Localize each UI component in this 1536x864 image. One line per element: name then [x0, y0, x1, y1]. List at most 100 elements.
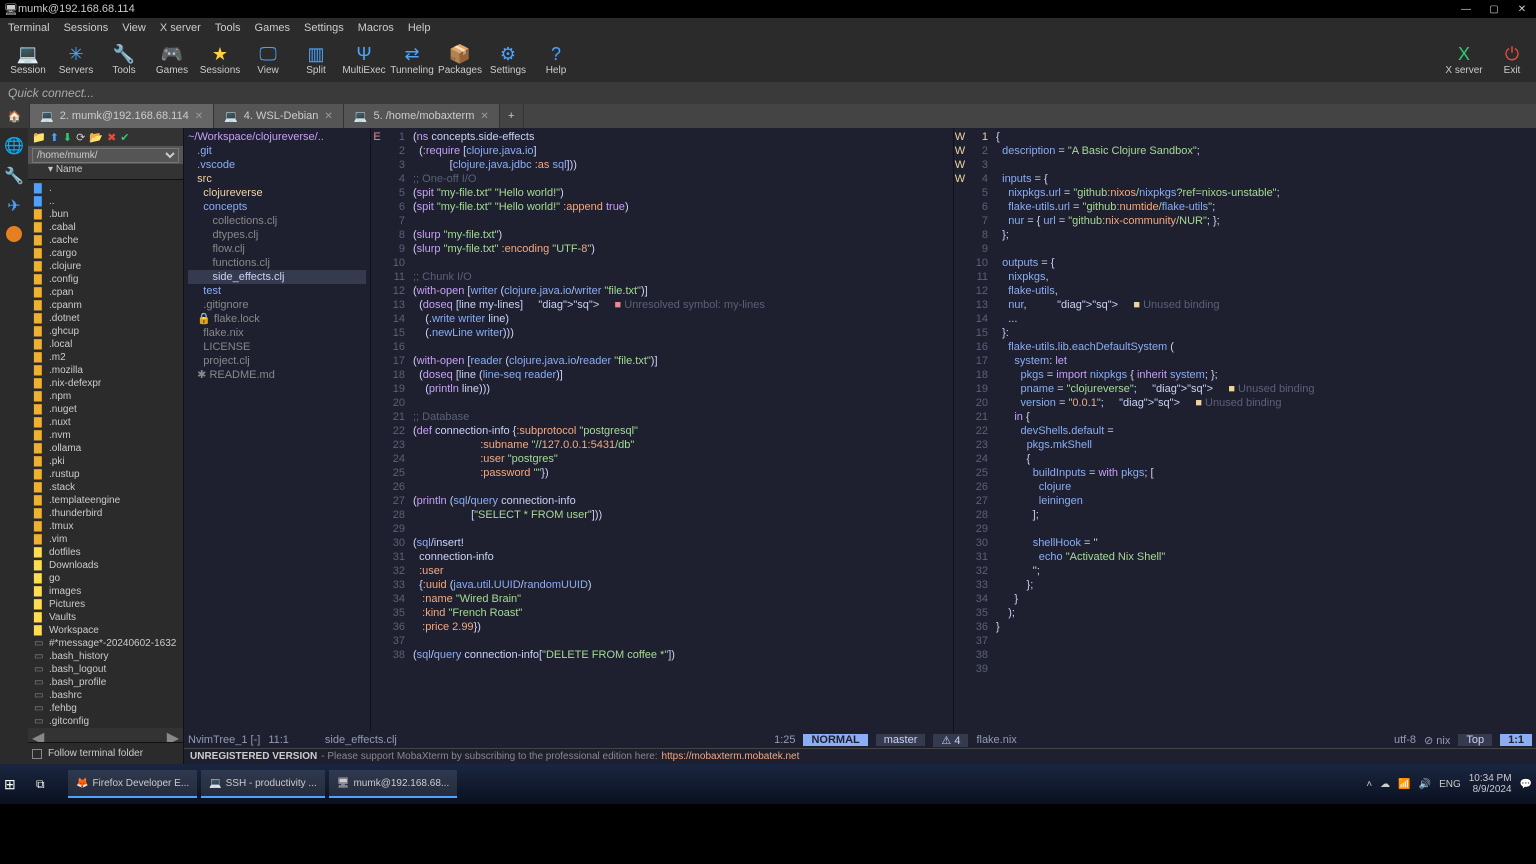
- tool-help[interactable]: ?Help: [532, 44, 580, 76]
- maximize-button[interactable]: ▢: [1480, 4, 1508, 15]
- menu-settings[interactable]: Settings: [304, 22, 344, 34]
- tab-session[interactable]: 💻4. WSL-Debian✕: [214, 104, 344, 128]
- file-item[interactable]: ▭.bashrc: [30, 689, 181, 702]
- folder-item[interactable]: ▇.npm: [30, 390, 181, 403]
- folder-item[interactable]: ▇.cache: [30, 234, 181, 247]
- folder-item[interactable]: ▇.stack: [30, 481, 181, 494]
- tool-packages[interactable]: 📦Packages: [436, 44, 484, 76]
- lang-indicator[interactable]: ENG: [1439, 779, 1461, 790]
- taskview-button[interactable]: ⧉: [36, 777, 68, 792]
- nvimtree-item[interactable]: flake.nix: [188, 326, 366, 340]
- nvimtree-item[interactable]: flow.clj: [188, 242, 366, 256]
- folder-item[interactable]: ▇.cargo: [30, 247, 181, 260]
- menu-terminal[interactable]: Terminal: [8, 22, 50, 34]
- file-item[interactable]: ▭.gitconfig: [30, 715, 181, 728]
- tab-session[interactable]: 💻2. mumk@192.168.68.114✕: [30, 104, 214, 128]
- start-button[interactable]: ⊞: [4, 776, 36, 793]
- nvimtree-item[interactable]: LICENSE: [188, 340, 366, 354]
- tool-tunneling[interactable]: ⇄Tunneling: [388, 44, 436, 76]
- folder-item[interactable]: ▇.vim: [30, 533, 181, 546]
- folder-icon[interactable]: 📁: [32, 131, 46, 144]
- sidebar-path[interactable]: /home/mumk/: [28, 146, 183, 164]
- folder-item[interactable]: ▇..: [30, 195, 181, 208]
- folder-item[interactable]: ▇.templateengine: [30, 494, 181, 507]
- upload-icon[interactable]: ⬆: [50, 131, 59, 144]
- taskbar-app[interactable]: 💻SSH - productivity ...: [201, 770, 325, 798]
- folder-item[interactable]: ▇.rustup: [30, 468, 181, 481]
- folder-item[interactable]: ▇dotfiles: [30, 546, 181, 559]
- cloud-icon[interactable]: ☁: [1380, 779, 1390, 790]
- folder-item[interactable]: ▇go: [30, 572, 181, 585]
- file-item[interactable]: ▭#*message*-20240602-1632: [30, 637, 181, 650]
- folder-item[interactable]: ▇.nuxt: [30, 416, 181, 429]
- folder-item[interactable]: ▇.ollama: [30, 442, 181, 455]
- tool-settings[interactable]: ⚙Settings: [484, 44, 532, 76]
- folder-item[interactable]: ▇images: [30, 585, 181, 598]
- close-button[interactable]: ✕: [1508, 4, 1536, 15]
- systray[interactable]: ˄ ☁ 📶 🔊 ENG 10:34 PM 8/9/2024 💬: [1366, 773, 1532, 795]
- paperplane-icon[interactable]: ✈: [7, 196, 20, 216]
- menu-games[interactable]: Games: [255, 22, 290, 34]
- tool-xserver[interactable]: XX server: [1440, 44, 1488, 76]
- folder-item[interactable]: ▇.ghcup: [30, 325, 181, 338]
- folder-item[interactable]: ▇Vaults: [30, 611, 181, 624]
- folder-item[interactable]: ▇.tmux: [30, 520, 181, 533]
- folder-item[interactable]: ▇.nvm: [30, 429, 181, 442]
- newfolder-icon[interactable]: 📂: [89, 131, 103, 144]
- folder-item[interactable]: ▇Pictures: [30, 598, 181, 611]
- nvimtree-item[interactable]: 🔒 flake.lock: [188, 312, 366, 326]
- props-icon[interactable]: ✔: [120, 131, 129, 144]
- menu-tools[interactable]: Tools: [215, 22, 241, 34]
- folder-item[interactable]: ▇.clojure: [30, 260, 181, 273]
- chevron-up-icon[interactable]: ˄: [1366, 779, 1372, 790]
- tool-tools[interactable]: 🔧Tools: [100, 44, 148, 76]
- tool-view[interactable]: 🖵View: [244, 44, 292, 76]
- folder-item[interactable]: ▇.nix-defexpr: [30, 377, 181, 390]
- nvimtree-item[interactable]: .git: [188, 144, 366, 158]
- close-icon[interactable]: ✕: [195, 111, 203, 122]
- nvimtree-item[interactable]: collections.clj: [188, 214, 366, 228]
- editor-pane-2[interactable]: W W WW 123456789101112131415161718192021…: [954, 128, 1536, 732]
- nvimtree-item[interactable]: .vscode: [188, 158, 366, 172]
- folder-item[interactable]: ▇.bun: [30, 208, 181, 221]
- path-select[interactable]: /home/mumk/: [32, 148, 179, 163]
- nvimtree-item[interactable]: dtypes.clj: [188, 228, 366, 242]
- tool-exit[interactable]: ⏻Exit: [1488, 44, 1536, 76]
- folder-item[interactable]: ▇Workspace: [30, 624, 181, 637]
- clock[interactable]: 10:34 PM 8/9/2024: [1469, 773, 1512, 795]
- folder-item[interactable]: ▇Downloads: [30, 559, 181, 572]
- tool-multiexec[interactable]: ΨMultiExec: [340, 44, 388, 76]
- folder-item[interactable]: ▇.dotnet: [30, 312, 181, 325]
- download-icon[interactable]: ⬇: [63, 131, 72, 144]
- tool-games[interactable]: 🎮Games: [148, 44, 196, 76]
- folder-item[interactable]: ▇.cabal: [30, 221, 181, 234]
- folder-item[interactable]: ▇.local: [30, 338, 181, 351]
- nvimtree-item[interactable]: clojureverse: [188, 186, 366, 200]
- taskbar-app[interactable]: 🦊Firefox Developer E...: [68, 770, 197, 798]
- folder-item[interactable]: ▇.pki: [30, 455, 181, 468]
- scroll-left[interactable]: ◀: [32, 728, 44, 742]
- minimize-button[interactable]: —: [1452, 4, 1480, 15]
- file-item[interactable]: ▭.fehbg: [30, 702, 181, 715]
- nvimtree-item[interactable]: test: [188, 284, 366, 298]
- nvimtree-item[interactable]: src: [188, 172, 366, 186]
- menu-xserver[interactable]: X server: [160, 22, 201, 34]
- globe-icon[interactable]: 🌐: [4, 136, 24, 156]
- menu-view[interactable]: View: [122, 22, 146, 34]
- folder-item[interactable]: ▇.thunderbird: [30, 507, 181, 520]
- file-item[interactable]: ▭.bash_history: [30, 650, 181, 663]
- file-item[interactable]: ▭.bash_logout: [30, 663, 181, 676]
- unreg-link[interactable]: https://mobaxterm.mobatek.net: [662, 751, 800, 762]
- scroll-right[interactable]: ▶: [167, 728, 179, 742]
- volume-icon[interactable]: 🔊: [1419, 779, 1431, 790]
- folder-item[interactable]: ▇.: [30, 182, 181, 195]
- menu-sessions[interactable]: Sessions: [64, 22, 109, 34]
- follow-terminal[interactable]: Follow terminal folder: [28, 742, 183, 764]
- close-icon[interactable]: ✕: [324, 111, 332, 122]
- nvim-tree[interactable]: ~/Workspace/clojureverse/.. .git .vscode…: [184, 128, 370, 732]
- folder-item[interactable]: ▇.nuget: [30, 403, 181, 416]
- taskbar-app[interactable]: 🖥mumk@192.168.68...: [329, 770, 457, 798]
- editor-pane-1[interactable]: E 12345678910111213141516171819202122232…: [371, 128, 953, 732]
- refresh-icon[interactable]: ⟳: [76, 131, 85, 144]
- nvimtree-item[interactable]: functions.clj: [188, 256, 366, 270]
